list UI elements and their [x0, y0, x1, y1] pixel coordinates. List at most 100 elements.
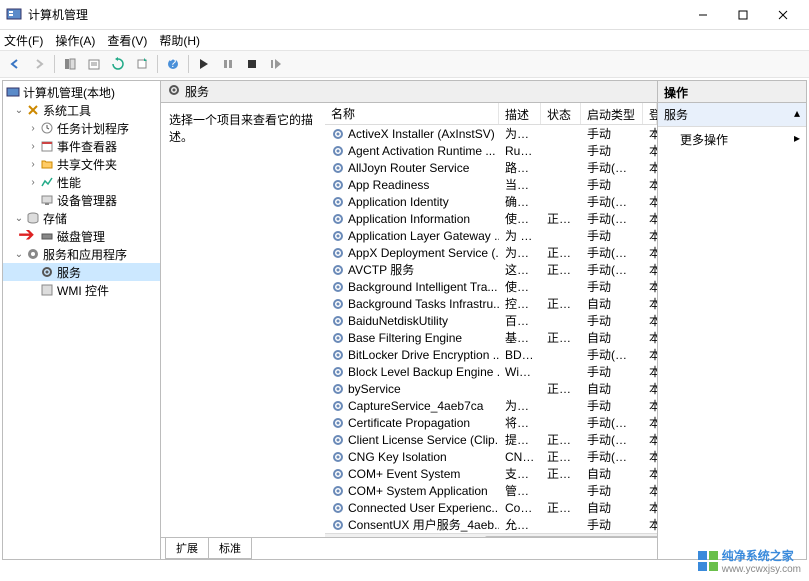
service-row[interactable]: BitLocker Drive Encryption ...BDE...手动(触…	[325, 346, 657, 363]
actions-section-label: 服务	[664, 106, 688, 123]
tree-label: 系统工具	[43, 102, 91, 119]
service-row[interactable]: Base Filtering Engine基本...正在...自动本	[325, 329, 657, 346]
service-row[interactable]: byService正在...自动本	[325, 380, 657, 397]
service-logon: 本	[643, 397, 657, 414]
service-row[interactable]: Client License Service (Clip...提供...正在..…	[325, 431, 657, 448]
service-row[interactable]: Application Information使用...正在...手动(触发..…	[325, 210, 657, 227]
tree-root[interactable]: 计算机管理(本地)	[3, 83, 160, 101]
expander-icon[interactable]: ›	[27, 123, 39, 134]
forward-button[interactable]	[28, 53, 50, 75]
window-title: 计算机管理	[28, 6, 683, 23]
tree-services-apps[interactable]: ⌄ 服务和应用程序	[3, 245, 160, 263]
description-text: 选择一个项目来查看它的描述。	[169, 113, 313, 144]
expander-icon[interactable]: ›	[27, 177, 39, 188]
export-button[interactable]	[131, 53, 153, 75]
refresh-button[interactable]	[107, 53, 129, 75]
clock-icon	[39, 120, 55, 136]
restart-button[interactable]	[265, 53, 287, 75]
gear-icon	[331, 467, 345, 481]
service-status: 正在...	[541, 329, 581, 346]
pause-button[interactable]	[217, 53, 239, 75]
tree-task-scheduler[interactable]: › 任务计划程序	[3, 119, 160, 137]
service-row[interactable]: ConsentUX 用户服务_4aeb...允许...手动本	[325, 516, 657, 533]
service-row[interactable]: AVCTP 服务这是...正在...手动(触发...本	[325, 261, 657, 278]
tree-system-tools[interactable]: ⌄ 系统工具	[3, 101, 160, 119]
titlebar: 计算机管理	[0, 0, 809, 30]
service-status: 正在...	[541, 261, 581, 278]
menu-help[interactable]: 帮助(H)	[159, 32, 200, 49]
perf-icon	[39, 174, 55, 190]
service-desc: BDE...	[499, 348, 541, 362]
services-list: 名称 描述 状态 启动类型 登 ActiveX Installer (AxIns…	[325, 103, 657, 537]
service-name: Client License Service (Clip...	[348, 433, 499, 447]
stop-button[interactable]	[241, 53, 263, 75]
maximize-button[interactable]	[723, 1, 763, 29]
service-logon: 本	[643, 261, 657, 278]
service-row[interactable]: Application Identity确定...手动(触发...本	[325, 193, 657, 210]
actions-section: 服务 ▴	[658, 103, 806, 127]
service-logon: 本	[643, 176, 657, 193]
service-row[interactable]: Background Intelligent Tra...使用...手动本	[325, 278, 657, 295]
gear-icon	[331, 263, 345, 277]
col-startup[interactable]: 启动类型	[581, 103, 643, 124]
service-row[interactable]: BaiduNetdiskUtility百度...手动本	[325, 312, 657, 329]
scrollbar-thumb[interactable]	[485, 536, 657, 537]
close-button[interactable]	[763, 1, 803, 29]
expander-icon[interactable]: ⌄	[13, 249, 25, 260]
help-button[interactable]: ?	[162, 53, 184, 75]
col-status[interactable]: 状态	[541, 103, 581, 124]
service-row[interactable]: Connected User Experienc...Con...正在...自动…	[325, 499, 657, 516]
tree-event-viewer[interactable]: › 事件查看器	[3, 137, 160, 155]
expander-icon[interactable]: ⌄	[13, 213, 25, 224]
expander-icon[interactable]: ›	[27, 141, 39, 152]
service-row[interactable]: Application Layer Gateway ...为 In...手动本	[325, 227, 657, 244]
actions-more[interactable]: 更多操作 ▸	[658, 127, 806, 152]
service-row[interactable]: CaptureService_4aeb7ca为调...手动本	[325, 397, 657, 414]
tree-shared-folders[interactable]: › 共享文件夹	[3, 155, 160, 173]
minimize-button[interactable]	[683, 1, 723, 29]
col-name[interactable]: 名称	[325, 103, 499, 124]
service-row[interactable]: Agent Activation Runtime ...Run...手动本	[325, 142, 657, 159]
service-row[interactable]: CNG Key IsolationCNG...正在...手动(触发...本	[325, 448, 657, 465]
service-row[interactable]: Block Level Backup Engine ...Win...手动本	[325, 363, 657, 380]
menu-action[interactable]: 操作(A)	[55, 32, 95, 49]
tree-device-manager[interactable]: 设备管理器	[3, 191, 160, 209]
tree-storage[interactable]: ⌄ 存储	[3, 209, 160, 227]
start-button[interactable]	[193, 53, 215, 75]
horizontal-scrollbar[interactable]	[325, 533, 657, 537]
service-logon: 本	[643, 244, 657, 261]
tree-services[interactable]: 服务	[3, 263, 160, 281]
col-logon[interactable]: 登	[643, 103, 657, 124]
collapse-icon[interactable]: ▴	[794, 106, 800, 123]
tab-standard[interactable]: 标准	[208, 538, 252, 559]
show-hide-button[interactable]	[59, 53, 81, 75]
service-row[interactable]: COM+ Event System支持...正在...自动本	[325, 465, 657, 482]
service-desc: 允许...	[499, 516, 541, 533]
service-status: 正在...	[541, 431, 581, 448]
service-status: 正在...	[541, 465, 581, 482]
service-row[interactable]: AppX Deployment Service (...为部...正在...手动…	[325, 244, 657, 261]
tab-extended[interactable]: 扩展	[165, 538, 209, 559]
col-desc[interactable]: 描述	[499, 103, 541, 124]
menu-file[interactable]: 文件(F)	[4, 32, 43, 49]
service-startup: 手动(触发...	[581, 193, 643, 210]
properties-button[interactable]	[83, 53, 105, 75]
service-name: CNG Key Isolation	[348, 450, 447, 464]
tree-disk-management[interactable]: 磁盘管理	[3, 227, 160, 245]
service-row[interactable]: App Readiness当用...手动本	[325, 176, 657, 193]
tree-wmi[interactable]: WMI 控件	[3, 281, 160, 299]
expander-icon[interactable]: ⌄	[13, 105, 25, 116]
expander-icon[interactable]: ›	[27, 159, 39, 170]
service-row[interactable]: Background Tasks Infrastru...控制...正在...自…	[325, 295, 657, 312]
service-row[interactable]: COM+ System Application管理...手动本	[325, 482, 657, 499]
service-logon: 本	[643, 346, 657, 363]
back-button[interactable]	[4, 53, 26, 75]
service-row[interactable]: AllJoyn Router Service路由...手动(触发...本	[325, 159, 657, 176]
service-startup: 自动	[581, 380, 643, 397]
service-logon: 本	[643, 159, 657, 176]
service-name: Background Tasks Infrastru...	[348, 297, 499, 311]
service-row[interactable]: Certificate Propagation将用...手动(触发...本	[325, 414, 657, 431]
service-row[interactable]: ActiveX Installer (AxInstSV)为从...手动本	[325, 125, 657, 142]
menu-view[interactable]: 查看(V)	[107, 32, 147, 49]
tree-performance[interactable]: › 性能	[3, 173, 160, 191]
